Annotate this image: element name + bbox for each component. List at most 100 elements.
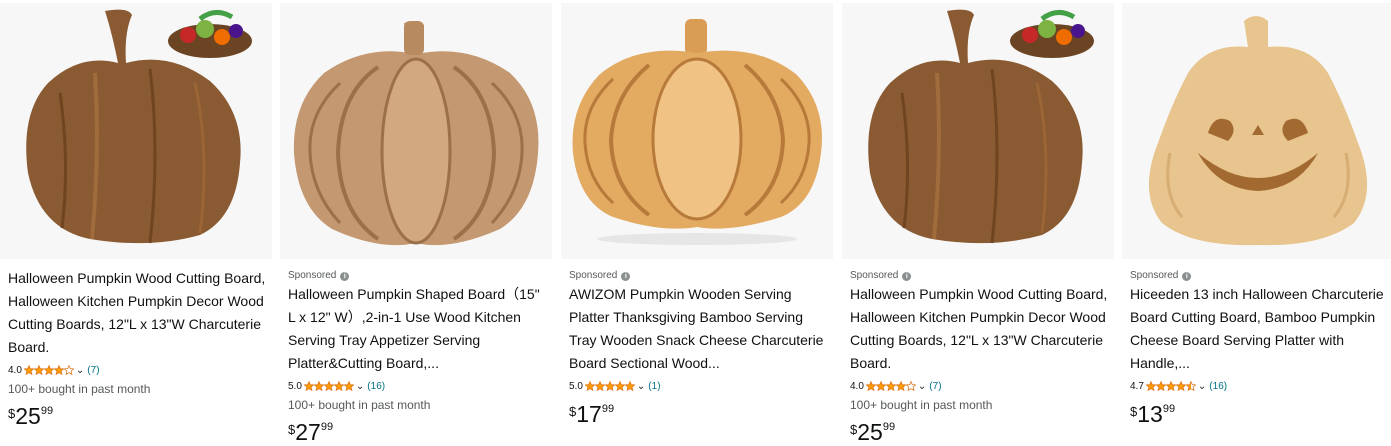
price-fraction: 99 xyxy=(320,421,334,433)
price[interactable]: $ 13 99 xyxy=(1130,400,1388,428)
product-info: Sponsored i Halloween Pumpkin Shaped Boar… xyxy=(288,265,546,446)
product-card[interactable]: Halloween Pumpkin Wood Cutting Board, Ha… xyxy=(0,0,272,446)
rating-row[interactable]: 4.0 ⌄ (7) xyxy=(8,362,266,378)
review-count-link[interactable]: (7) xyxy=(87,365,99,376)
star-icon xyxy=(865,381,876,391)
price[interactable]: $ 25 99 xyxy=(8,402,266,430)
price-whole: 25 xyxy=(15,403,41,429)
star-icon xyxy=(895,381,906,391)
review-count-link[interactable]: (1) xyxy=(648,381,660,392)
product-title[interactable]: Hiceeden 13 inch Halloween Charcuterie B… xyxy=(1130,283,1388,375)
review-count-link[interactable]: (16) xyxy=(367,381,385,392)
info-icon[interactable]: i xyxy=(1182,271,1192,281)
product-grid: Halloween Pumpkin Wood Cutting Board, Ha… xyxy=(0,0,1391,446)
star-icon xyxy=(313,381,324,391)
price-fraction: 99 xyxy=(601,403,615,415)
chevron-down-icon[interactable]: ⌄ xyxy=(356,381,364,392)
star-icon xyxy=(43,365,54,375)
product-title[interactable]: Halloween Pumpkin Wood Cutting Board, Ha… xyxy=(8,267,266,359)
rating-row[interactable]: 5.0 ⌄ (16) xyxy=(288,378,546,394)
star-icon xyxy=(1175,381,1186,391)
pumpkin-cutting-board-icon xyxy=(868,9,1094,244)
bought-count: 100+ bought in past month xyxy=(850,398,993,412)
price[interactable]: $ 27 99 xyxy=(288,418,546,446)
product-card[interactable]: Sponsored i Halloween Pumpkin Shaped Boar… xyxy=(280,0,552,446)
rating-value: 5.0 xyxy=(288,380,302,392)
product-card[interactable]: Sponsored i AWIZOM Pumpkin Wooden Serving… xyxy=(561,0,833,446)
star-rating[interactable] xyxy=(1145,381,1196,391)
review-count-link[interactable]: (16) xyxy=(1209,381,1227,392)
product-title[interactable]: Halloween Pumpkin Shaped Board（15" L x 1… xyxy=(288,283,546,375)
price-whole: 25 xyxy=(857,419,883,445)
price-fraction: 99 xyxy=(882,421,896,433)
star-icon xyxy=(1165,381,1176,391)
price-whole: 13 xyxy=(1137,401,1163,427)
price-fraction: 99 xyxy=(1162,403,1176,415)
sponsored-label[interactable]: Sponsored i xyxy=(569,269,827,283)
rating-value: 4.7 xyxy=(1130,380,1144,392)
price-symbol: $ xyxy=(850,422,858,437)
star-icon xyxy=(1155,381,1166,391)
star-icon xyxy=(885,381,896,391)
chevron-down-icon[interactable]: ⌄ xyxy=(637,381,645,392)
product-image[interactable] xyxy=(842,3,1114,259)
price-symbol: $ xyxy=(288,422,296,437)
product-info: Halloween Pumpkin Wood Cutting Board, Ha… xyxy=(8,265,266,430)
pumpkin-bamboo-platter-icon xyxy=(572,19,822,245)
product-title[interactable]: AWIZOM Pumpkin Wooden Serving Platter Th… xyxy=(569,283,827,375)
rating-row[interactable]: 5.0 ⌄ (1) xyxy=(569,378,827,394)
rating-row[interactable]: 4.0 ⌄ (7) xyxy=(850,378,1108,394)
info-icon[interactable]: i xyxy=(340,271,350,281)
price-whole: 27 xyxy=(295,419,321,445)
star-icon xyxy=(63,365,74,375)
product-title[interactable]: Halloween Pumpkin Wood Cutting Board, Ha… xyxy=(850,283,1108,375)
info-icon[interactable]: i xyxy=(621,271,631,281)
price-fraction: 99 xyxy=(40,405,54,417)
star-icon xyxy=(1145,381,1156,391)
star-icon xyxy=(323,381,334,391)
bought-count: 100+ bought in past month xyxy=(8,382,151,396)
price-symbol: $ xyxy=(1130,404,1138,419)
product-card[interactable]: Sponsored i Hiceeden 13 inch Halloween Ch… xyxy=(1122,0,1391,446)
chevron-down-icon[interactable]: ⌄ xyxy=(76,365,84,376)
product-image[interactable] xyxy=(561,3,833,259)
star-icon xyxy=(343,381,354,391)
info-icon[interactable]: i xyxy=(902,271,912,281)
star-rating[interactable] xyxy=(23,365,74,375)
star-icon xyxy=(23,365,34,375)
star-rating[interactable] xyxy=(584,381,635,391)
price[interactable]: $ 17 99 xyxy=(569,400,827,428)
chevron-down-icon[interactable]: ⌄ xyxy=(1198,381,1206,392)
product-card[interactable]: Sponsored i Halloween Pumpkin Wood Cuttin… xyxy=(842,0,1114,446)
price-symbol: $ xyxy=(8,406,16,421)
price-whole: 17 xyxy=(576,401,602,427)
sponsored-label[interactable]: Sponsored i xyxy=(850,269,1108,283)
product-image[interactable] xyxy=(280,3,552,259)
price[interactable]: $ 25 99 xyxy=(850,418,1108,446)
chevron-down-icon[interactable]: ⌄ xyxy=(918,381,926,392)
star-icon xyxy=(624,381,635,391)
rating-row[interactable]: 4.7 ⌄ (16) xyxy=(1130,378,1388,394)
rating-value: 4.0 xyxy=(8,364,22,376)
product-image[interactable] xyxy=(0,3,272,259)
star-icon xyxy=(614,381,625,391)
sponsored-label[interactable]: Sponsored i xyxy=(288,269,546,283)
star-icon xyxy=(53,365,64,375)
star-rating[interactable] xyxy=(865,381,916,391)
pumpkin-cutting-board-icon xyxy=(26,9,252,244)
jack-o-lantern-board-icon xyxy=(1148,16,1368,246)
star-icon xyxy=(594,381,605,391)
review-count-link[interactable]: (7) xyxy=(929,381,941,392)
star-icon xyxy=(33,365,44,375)
sponsored-label[interactable]: Sponsored i xyxy=(1130,269,1388,283)
product-info: Sponsored i Hiceeden 13 inch Halloween Ch… xyxy=(1130,265,1388,428)
pumpkin-shaped-board-icon xyxy=(293,21,539,246)
rating-value: 4.0 xyxy=(850,380,864,392)
star-icon xyxy=(333,381,344,391)
product-image[interactable] xyxy=(1122,3,1391,259)
star-rating[interactable] xyxy=(303,381,354,391)
star-icon xyxy=(905,381,916,391)
star-icon xyxy=(584,381,595,391)
price-symbol: $ xyxy=(569,404,577,419)
product-info: Sponsored i Halloween Pumpkin Wood Cuttin… xyxy=(850,265,1108,446)
